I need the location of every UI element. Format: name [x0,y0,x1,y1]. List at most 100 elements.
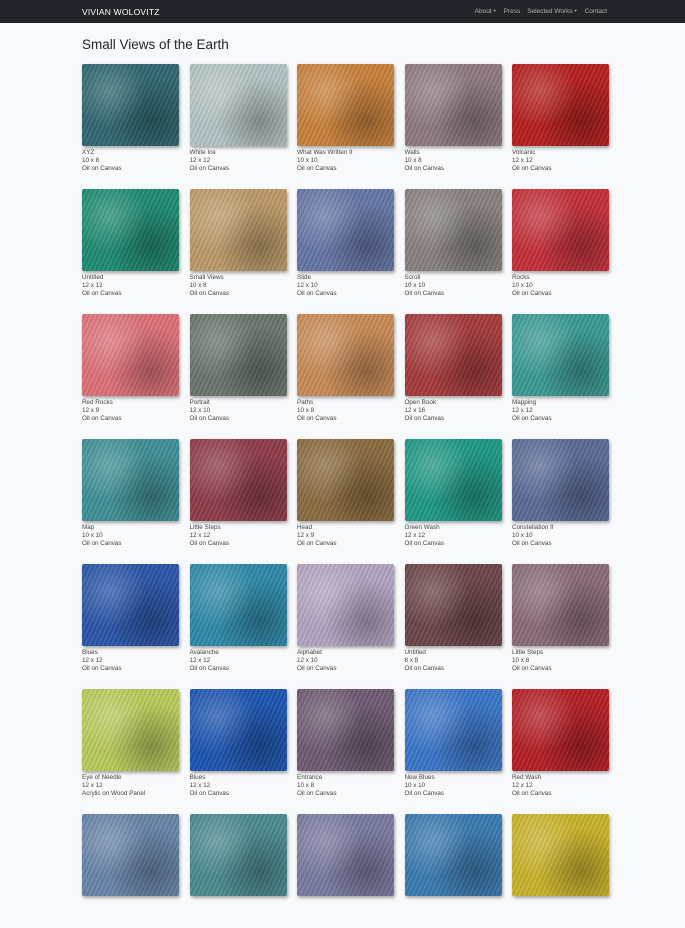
artwork-image[interactable] [82,689,179,771]
artwork-image[interactable] [82,439,179,521]
artwork-size: 12 x 12 [82,781,103,789]
artwork-caption: New Blues 10 x 10 Oil on Canvas [405,774,502,799]
artwork-medium: Oil on Canvas [512,290,552,298]
artwork-size: 10 x 8 [404,156,422,164]
artwork-size: 10 x 8 [297,406,315,414]
artwork-title: Avalanche [189,648,219,656]
top-navbar: VIVIAN WOLOVITZ About▼ Press Selected Wo… [0,0,685,23]
artwork-caption: Red Rocks 12 x 9 Oil on Canvas [82,399,179,424]
artwork-title: Walls [404,148,420,156]
artwork-medium: Oil on Canvas [189,415,230,423]
artwork-card: Mapping 12 x 12 Oil on Canvas [512,314,609,428]
artwork-medium: Oil on Canvas [512,790,552,798]
artwork-caption: Blues 12 x 12 Oil on Canvas [82,649,179,674]
artwork-size: 10 x 8 [189,281,207,289]
artwork-title: Slide [297,273,312,281]
artwork-image[interactable] [512,439,609,521]
artwork-medium: Oil on Canvas [189,540,230,548]
artwork-card: Little Steps 12 x 12 Oil on Canvas [189,439,287,553]
artwork-image[interactable] [404,814,502,896]
artwork-title: New Blues [404,773,435,781]
artwork-medium: Oil on Canvas [404,415,445,423]
artwork-image[interactable] [189,689,287,771]
artwork-caption: Scroll 10 x 10 Oil on Canvas [405,274,502,299]
artwork-caption: XYZ 10 x 8 Oil on Canvas [82,149,179,174]
artwork-image[interactable] [189,64,287,146]
artwork-image[interactable] [404,189,502,271]
artwork-caption: Mapping 12 x 12 Oil on Canvas [512,399,609,424]
artwork-image[interactable] [189,314,287,396]
artwork-medium: Oil on Canvas [404,165,445,173]
artwork-image[interactable] [297,814,394,896]
artwork-card: Portrait 12 x 10 Oil on Canvas [189,314,287,428]
artwork-title: Mapping [512,398,537,406]
caret-down-icon: ▼ [492,8,497,13]
artwork-image[interactable] [297,439,394,521]
artwork-card: Open Book 12 x 16 Oil on Canvas [404,314,502,428]
artwork-card: Paths 10 x 8 Oil on Canvas [297,314,394,428]
nav-press-link[interactable]: Press [504,8,521,15]
artwork-image[interactable] [512,189,609,271]
artwork-card: Red Rocks 12 x 9 Oil on Canvas [82,314,179,428]
artwork-medium: Oil on Canvas [297,290,337,298]
artwork-caption: Paths 10 x 8 Oil on Canvas [297,399,394,424]
artwork-caption: Little Steps 10 x 8 Oil on Canvas [512,649,609,674]
artwork-size: 12 x 12 [189,781,211,789]
artwork-title: Untitled [404,648,426,656]
artwork-image[interactable] [512,814,609,896]
artwork-image[interactable] [82,564,179,646]
artwork-caption: Avalanche 12 x 12 Oil on Canvas [190,649,287,674]
artwork-image[interactable] [189,439,287,521]
artwork-title: Constellation II [512,523,554,531]
artwork-image[interactable] [404,314,502,396]
artwork-caption: Eye of Needle 12 x 12 Acrylic on Wood Pane… [82,774,179,799]
nav-contact-link[interactable]: Contact [585,8,607,15]
artwork-image[interactable] [512,314,609,396]
artwork-card: Avalanche 12 x 12 Oil on Canvas [189,564,287,678]
artwork-title: Blues [189,773,206,781]
artwork-title: Green Wash [404,523,440,531]
artwork-image[interactable] [404,439,502,521]
artwork-size: 10 x 10 [82,531,103,539]
artwork-size: 12 x 10 [297,281,318,289]
artwork-image[interactable] [189,189,287,271]
artwork-image[interactable] [82,814,179,896]
artwork-title: Portrait [189,398,210,406]
artwork-image[interactable] [82,64,179,146]
brand-link[interactable]: VIVIAN WOLOVITZ [82,7,160,17]
artwork-card: Red Wash 12 x 12 Oil on Canvas [512,689,609,803]
artwork-title: Volcanic [512,148,536,156]
nav-about-dropdown[interactable]: About▼ [475,8,497,15]
artwork-image[interactable] [82,314,179,396]
artwork-size: 12 x 12 [512,781,533,789]
artwork-medium: Oil on Canvas [297,665,337,673]
artwork-title: Rocks [512,273,530,281]
nav-selected-works-dropdown[interactable]: Selected Works▼ [527,8,577,15]
artwork-title: Eye of Needle [82,773,122,781]
artwork-image[interactable] [512,689,609,771]
artwork-medium: Oil on Canvas [189,290,230,298]
artwork-medium: Oil on Canvas [512,415,552,423]
artwork-image[interactable] [297,189,394,271]
artwork-size: 12 x 12 [189,156,211,164]
artwork-medium: Oil on Canvas [297,790,337,798]
artwork-image[interactable] [404,564,502,646]
artwork-size: 10 x 10 [404,281,426,289]
artwork-image[interactable] [297,314,394,396]
artwork-size: 12 x 12 [82,656,103,664]
artwork-title: Head [297,523,313,531]
artwork-image[interactable] [404,64,502,146]
artwork-image[interactable] [297,689,394,771]
artwork-card: Head 12 x 9 Oil on Canvas [297,439,394,553]
artwork-image[interactable] [297,564,394,646]
artwork-image[interactable] [512,64,609,146]
artwork-card: New Blues 10 x 10 Oil on Canvas [404,689,502,803]
artwork-image[interactable] [512,564,609,646]
artwork-size: 12 x 12 [189,531,211,539]
artwork-image[interactable] [404,689,502,771]
artwork-image[interactable] [297,64,394,146]
artwork-title: Entrance [297,773,323,781]
artwork-image[interactable] [82,189,179,271]
artwork-image[interactable] [189,814,287,896]
artwork-image[interactable] [189,564,287,646]
